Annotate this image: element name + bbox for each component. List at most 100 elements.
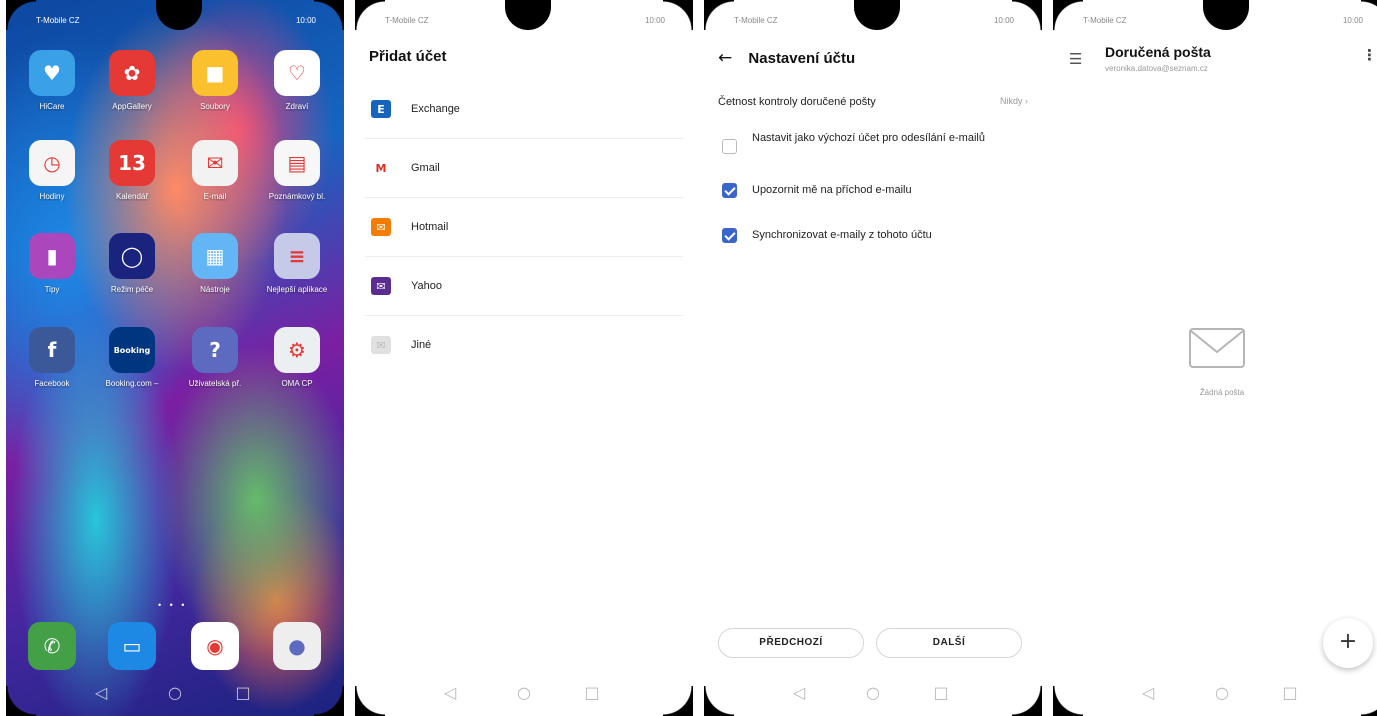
empty-state-text: Žádná pošta	[1199, 388, 1245, 397]
clock: 10:00	[295, 16, 316, 25]
inbox-screen: T-Mobile CZ 10:00 ☰ Doručená pošta veron…	[1053, 0, 1377, 716]
page-title: Doručená pošta	[1105, 44, 1211, 60]
account-option-label: Exchange	[411, 103, 460, 115]
app-icon-5[interactable]: 13 Kalendář	[97, 140, 167, 201]
app-icon-10[interactable]: ▦ Nástroje	[180, 233, 250, 294]
account-option-gmail[interactable]: M Gmail	[365, 139, 683, 198]
home-icon[interactable]: ○	[1211, 682, 1233, 704]
previous-button[interactable]: PŘEDCHOZÍ	[718, 628, 864, 658]
recents-icon[interactable]: □	[232, 682, 254, 704]
account-email: veronika.datova@seznam.cz	[1105, 64, 1208, 73]
tutorial-strip: T-Mobile CZ 10:00 ♥ HiCare ✿ AppGallery ■ Sou…	[0, 0, 1377, 716]
notify-label: Upozornit mě na příchod e-mailu	[752, 184, 912, 196]
recents-icon[interactable]: □	[1279, 682, 1301, 704]
dock-chrome-icon[interactable]: ◉	[180, 622, 250, 670]
clock: 10:00	[644, 16, 665, 25]
messages-icon: ▭	[108, 622, 156, 670]
carrier-label: T-Mobile CZ	[734, 16, 778, 25]
dock-messages-icon[interactable]: ▭	[97, 622, 167, 670]
sync-label: Synchronizovat e-maily z tohoto účtu	[752, 229, 932, 241]
back-arrow-icon[interactable]: ←	[718, 48, 732, 68]
home-icon[interactable]: ○	[164, 682, 186, 704]
sync-checkbox[interactable]	[722, 228, 737, 243]
default-account-label: Nastavit jako výchozí účet pro odesílání…	[752, 132, 985, 144]
app-label: Nejlepší aplikace	[266, 285, 328, 294]
back-icon[interactable]: ◁	[90, 682, 112, 704]
app-label: AppGallery	[112, 102, 152, 111]
dock-phone-icon[interactable]: ✆	[17, 622, 87, 670]
app-icon-11[interactable]: ≡ Nejlepší aplikace	[262, 233, 332, 294]
app-glyph-icon: ≡	[274, 233, 320, 279]
app-icon-0[interactable]: ♥ HiCare	[17, 50, 87, 111]
account-settings-screen: T-Mobile CZ 10:00 ← Nastavení účtu Četno…	[704, 0, 1042, 716]
app-label: Režim péče	[110, 285, 154, 294]
app-label: OMA CP	[281, 379, 313, 388]
hamburger-menu-icon[interactable]: ☰	[1069, 50, 1082, 68]
home-icon[interactable]: ○	[862, 682, 884, 704]
back-icon[interactable]: ◁	[788, 682, 810, 704]
app-label: Nástroje	[200, 285, 230, 294]
gmail-icon: M	[371, 159, 391, 177]
notify-checkbox[interactable]	[722, 183, 737, 198]
app-icon-13[interactable]: Booking Booking.com –	[97, 327, 167, 388]
account-option-yahoo[interactable]: ✉ Yahoo	[365, 257, 683, 316]
clock: 10:00	[1342, 16, 1363, 25]
account-type-list: E Exchange M Gmail ✉ Hotmail ✉ Yahoo ✉ Jiné	[355, 80, 693, 375]
app-glyph-icon: ◯	[109, 233, 155, 279]
app-icon-8[interactable]: ▮ Tipy	[17, 233, 87, 294]
app-icon-9[interactable]: ◯ Režim péče	[97, 233, 167, 294]
app-icon-6[interactable]: ✉ E-mail	[180, 140, 250, 201]
app-glyph-icon: ◷	[29, 140, 75, 186]
app-icon-4[interactable]: ◷ Hodiny	[17, 140, 87, 201]
carrier-label: T-Mobile CZ	[36, 16, 80, 25]
empty-mail-icon	[1189, 328, 1245, 368]
app-label: Uživatelská př.	[188, 379, 242, 388]
page-title: Přidat účet	[369, 48, 447, 65]
other-mail-icon: ✉	[371, 336, 391, 354]
app-glyph-icon: ■	[192, 50, 238, 96]
yahoo-icon: ✉	[371, 277, 391, 295]
nav-bar: ◁ ○ □	[1053, 678, 1377, 708]
more-options-icon[interactable]: ⋮	[1362, 46, 1377, 64]
app-icon-15[interactable]: ⚙ OMA CP	[262, 327, 332, 388]
app-glyph-icon: ✿	[109, 50, 155, 96]
recents-icon[interactable]: □	[930, 682, 952, 704]
next-button[interactable]: DALŠÍ	[876, 628, 1022, 658]
default-account-checkbox[interactable]	[722, 139, 737, 154]
account-option-label: Hotmail	[411, 221, 449, 233]
app-icon-14[interactable]: ? Uživatelská př.	[180, 327, 250, 388]
app-label: Booking.com –	[105, 379, 159, 388]
app-label: HiCare	[39, 102, 65, 111]
app-icon-12[interactable]: f Facebook	[17, 327, 87, 388]
compose-fab[interactable]: +	[1323, 618, 1373, 668]
back-icon[interactable]: ◁	[439, 682, 461, 704]
back-icon[interactable]: ◁	[1137, 682, 1159, 704]
app-glyph-icon: ▤	[274, 140, 320, 186]
app-icon-2[interactable]: ■ Soubory	[180, 50, 250, 111]
app-label: Kalendář	[115, 192, 149, 201]
recents-icon[interactable]: □	[581, 682, 603, 704]
app-icon-3[interactable]: ♡ Zdraví	[262, 50, 332, 111]
phone-icon: ✆	[28, 622, 76, 670]
check-frequency-label: Četnost kontroly doručené pošty	[718, 96, 876, 108]
app-glyph-icon: f	[29, 327, 75, 373]
account-option-exchange[interactable]: E Exchange	[365, 80, 683, 139]
add-account-screen: T-Mobile CZ 10:00 Přidat účet E Exchange M…	[355, 0, 693, 716]
dock-camera-icon[interactable]: ●	[262, 622, 332, 670]
account-option-hotmail[interactable]: ✉ Hotmail	[365, 198, 683, 257]
hotmail-icon: ✉	[371, 218, 391, 236]
app-icon-1[interactable]: ✿ AppGallery	[97, 50, 167, 111]
app-label: Zdraví	[285, 102, 309, 111]
app-glyph-icon: ▦	[192, 233, 238, 279]
page-indicator: • • •	[158, 600, 188, 610]
app-label: Hodiny	[39, 192, 65, 201]
app-icon-7[interactable]: ▤ Poznámkový bl.	[262, 140, 332, 201]
check-frequency-row[interactable]: Četnost kontroly doručené pošty Nikdy ›	[718, 96, 1028, 108]
account-option-jiné[interactable]: ✉ Jiné	[365, 316, 683, 375]
nav-bar: ◁ ○ □	[355, 678, 693, 708]
app-glyph-icon: ✉	[192, 140, 238, 186]
home-icon[interactable]: ○	[513, 682, 535, 704]
nav-bar: ◁ ○ □	[6, 678, 344, 708]
app-label: Facebook	[34, 379, 70, 388]
carrier-label: T-Mobile CZ	[1083, 16, 1127, 25]
